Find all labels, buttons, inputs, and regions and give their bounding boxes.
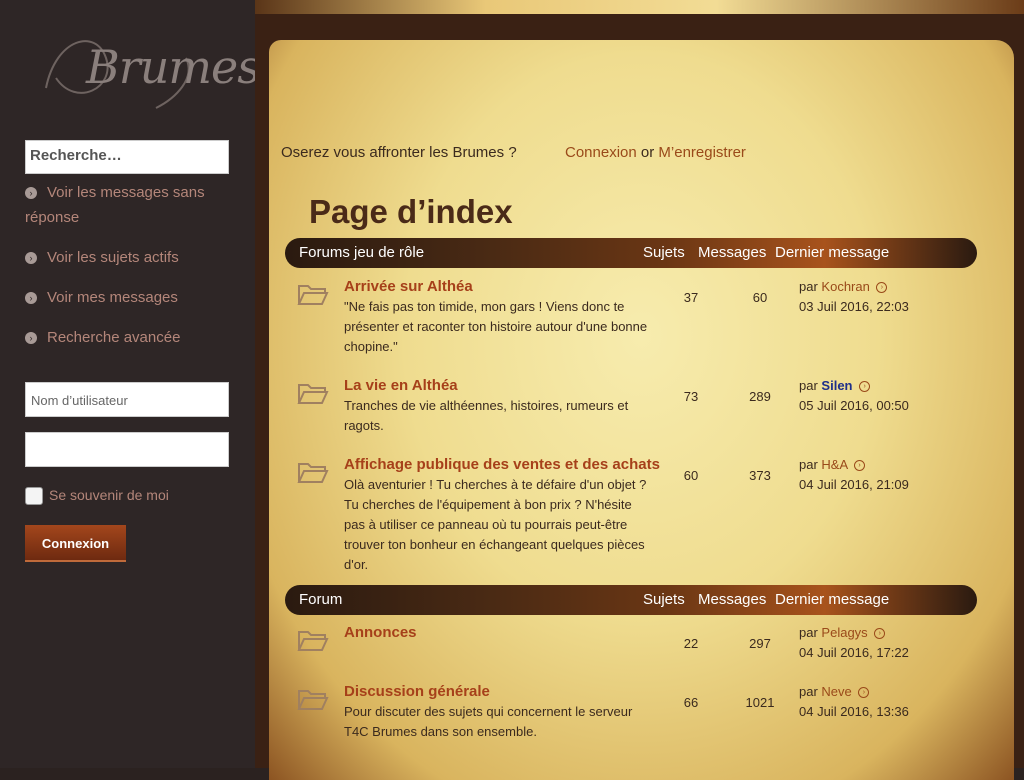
by-label: par [799, 457, 818, 472]
logo-text: Brumes [86, 40, 261, 94]
col-topics: Sujets [643, 244, 685, 261]
col-topics: Sujets [643, 591, 685, 608]
link-unanswered[interactable]: › Voir les messages sans réponse [25, 180, 235, 230]
goto-post-icon[interactable]: › [876, 282, 888, 294]
category-name[interactable]: Forum [299, 591, 342, 608]
login-link[interactable]: Connexion [565, 144, 637, 161]
sidebar: Brumes Recherche… › Voir les messages san… [0, 0, 261, 768]
link-active-label: Voir les sujets actifs [47, 249, 179, 266]
goto-post-icon[interactable]: › [854, 460, 866, 472]
col-posts: Messages [698, 591, 767, 608]
remember-label: Se souvenir de moi [49, 487, 169, 503]
folder-icon [297, 384, 329, 404]
parchment-top-edge [255, 0, 1024, 14]
topic-count: 73 [683, 389, 699, 404]
chevron-right-icon: › [25, 187, 37, 200]
last-post-date: 03 Juil 2016, 22:03 [799, 299, 909, 314]
last-post-date: 04 Juil 2016, 13:36 [799, 704, 909, 719]
category-header: Forums jeu de rôle Sujets Messages Derni… [285, 238, 977, 268]
chevron-right-icon: › [25, 252, 37, 265]
folder-icon [297, 690, 329, 710]
link-unanswered-label: Voir les messages sans réponse [25, 184, 205, 226]
password-field[interactable] [25, 432, 229, 467]
forum-description: Olà aventurier ! Tu cherches à te défair… [344, 477, 647, 572]
col-posts: Messages [698, 244, 767, 261]
post-count: 1021 [745, 695, 775, 710]
last-post-user[interactable]: Kochran [821, 279, 869, 294]
by-label: par [799, 378, 818, 393]
last-post: par H&A › 04 Juil 2016, 21:09 [799, 455, 909, 495]
link-advanced-label: Recherche avancée [47, 329, 181, 346]
forum-title[interactable]: Arrivée sur Althéa [344, 278, 473, 295]
last-post-date: 04 Juil 2016, 17:22 [799, 645, 909, 660]
forum-description: "Ne fais pas ton timide, mon gars ! Vien… [344, 299, 648, 354]
by-label: par [799, 684, 818, 699]
forum-description: Tranches de vie althéennes, histoires, r… [344, 398, 629, 433]
page-title: Page d’index [309, 193, 513, 230]
remember-checkbox[interactable] [25, 487, 43, 506]
topic-count: 60 [683, 468, 699, 483]
folder-icon [297, 463, 329, 483]
link-my-posts[interactable]: › Voir mes messages [25, 285, 235, 310]
post-count: 373 [749, 468, 771, 483]
forum-title[interactable]: Annonces [344, 624, 417, 641]
forum-title[interactable]: Affichage publique des ventes et des ach… [344, 456, 660, 473]
folder-icon [297, 285, 329, 305]
quick-links: › Voir les messages sans réponse › Voir le… [25, 180, 235, 365]
last-post-user[interactable]: Silen [821, 378, 852, 393]
post-count: 297 [749, 636, 771, 651]
register-link[interactable]: M’enregistrer [658, 144, 746, 161]
by-label: par [799, 625, 818, 640]
goto-post-icon[interactable]: › [859, 381, 871, 393]
link-active-topics[interactable]: › Voir les sujets actifs [25, 245, 235, 270]
forum-title[interactable]: La vie en Althéa [344, 377, 458, 394]
last-post-date: 04 Juil 2016, 21:09 [799, 477, 909, 492]
last-post: par Kochran › 03 Juil 2016, 22:03 [799, 277, 909, 317]
last-post-user[interactable]: H&A [821, 457, 847, 472]
topic-count: 22 [683, 636, 699, 651]
link-advanced-search[interactable]: › Recherche avancée [25, 325, 235, 350]
category-header: Forum Sujets Messages Dernier message [285, 585, 977, 615]
col-last-post: Dernier message [775, 591, 890, 608]
forum-description: Pour discuter des sujets qui concernent … [344, 704, 633, 739]
auth-links: Connexion or M’enregistrer [565, 144, 746, 161]
forum-title[interactable]: Discussion générale [344, 683, 490, 700]
chevron-right-icon: › [25, 292, 37, 305]
username-field[interactable]: Nom d’utilisateur [25, 382, 229, 417]
last-post-user[interactable]: Pelagys [821, 625, 867, 640]
category-name[interactable]: Forums jeu de rôle [299, 244, 424, 261]
link-my-posts-label: Voir mes messages [47, 289, 178, 306]
post-count: 60 [752, 290, 768, 305]
goto-post-icon[interactable]: › [858, 687, 870, 699]
last-post: par Silen › 05 Juil 2016, 00:50 [799, 376, 909, 416]
last-post-date: 05 Juil 2016, 00:50 [799, 398, 909, 413]
folder-icon [297, 631, 329, 651]
topic-count: 37 [683, 290, 699, 305]
topic-count: 66 [683, 695, 699, 710]
brumes-logo[interactable]: Brumes [36, 18, 261, 118]
login-button[interactable]: Connexion [25, 525, 126, 562]
chevron-right-icon: › [25, 332, 37, 345]
last-post-user[interactable]: Neve [821, 684, 851, 699]
goto-post-icon[interactable]: › [874, 628, 886, 640]
or-text: or [640, 144, 655, 161]
post-count: 289 [749, 389, 771, 404]
tagline: Oserez vous affronter les Brumes ? [281, 144, 517, 161]
search-input[interactable]: Recherche… [25, 140, 229, 174]
last-post: par Neve › 04 Juil 2016, 13:36 [799, 682, 909, 722]
by-label: par [799, 279, 818, 294]
remember-me[interactable]: Se souvenir de moi [25, 487, 169, 506]
col-last-post: Dernier message [775, 244, 890, 261]
last-post: par Pelagys › 04 Juil 2016, 17:22 [799, 623, 909, 663]
